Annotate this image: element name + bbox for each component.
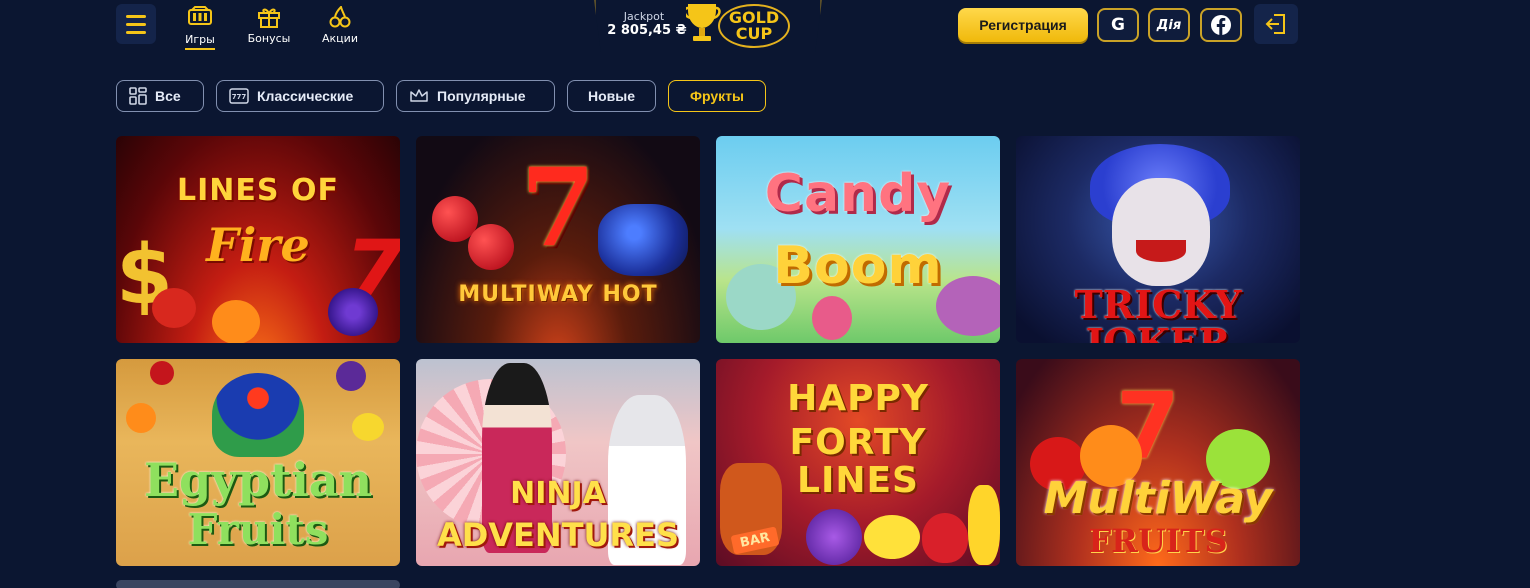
cherry-icon (150, 361, 174, 385)
game-title-line1: Candy (764, 164, 952, 224)
filter-fruits[interactable]: Фрукты (668, 80, 766, 112)
filter-all[interactable]: Все (116, 80, 204, 112)
diya-login-button[interactable]: Дія (1148, 8, 1190, 42)
candy-icon (812, 296, 852, 340)
game-card-happy-forty-lines[interactable]: BAR HAPPY FORTY LINES (716, 359, 1000, 566)
joker-mouth-icon (1136, 240, 1186, 262)
gift-icon (258, 8, 280, 28)
game-title-line1: MultiWay (1043, 473, 1273, 524)
orange-icon (126, 403, 156, 433)
game-title-line2: Boom (773, 236, 943, 296)
svg-text:777: 777 (232, 93, 247, 101)
scarab-icon (212, 373, 304, 457)
game-title-line1: HAPPY FORTY (787, 378, 929, 463)
nav-games[interactable]: Игры (170, 6, 230, 50)
game-card-egyptian-fruits[interactable]: Egyptian Fruits (116, 359, 400, 566)
strawberry-icon (152, 288, 196, 328)
jackpot-label: Jackpot (623, 10, 665, 23)
menu-icon-bar (126, 22, 146, 26)
grid-icon (129, 87, 147, 105)
login-icon (1265, 14, 1285, 34)
game-card-multiway-hot[interactable]: 7 MULTIWAY HOT (416, 136, 700, 343)
lemon-icon (864, 515, 920, 559)
game-title-line2: ADVENTURES (436, 516, 680, 554)
slot-777-icon: 777 (229, 88, 249, 104)
nav-games-label: Игры (185, 33, 215, 50)
login-button[interactable] (1254, 4, 1298, 44)
logo-line-cup: CUP (735, 24, 773, 43)
game-title-line2: Fruits (187, 505, 329, 554)
lemon-icon (352, 413, 384, 441)
filter-classic-label: Классические (257, 88, 354, 104)
game-title-line2: JOKER (1085, 320, 1231, 344)
jackpot-value: 2 805,45 ₴ (607, 23, 687, 38)
grapes-icon (336, 361, 366, 391)
filter-fruits-label: Фрукты (690, 88, 744, 104)
filter-new-label: Новые (587, 88, 635, 104)
orange-icon (212, 300, 260, 343)
filter-all-label: Все (155, 88, 181, 104)
cherry-icon (329, 6, 351, 28)
grapes-icon (328, 288, 378, 336)
facebook-login-button[interactable] (1200, 8, 1242, 42)
games-icon (188, 6, 212, 25)
filter-classic[interactable]: 777 Классические (216, 80, 384, 112)
joker-face-icon (1112, 178, 1210, 286)
nav-promotions-label: Акции (322, 32, 358, 45)
game-card-partial[interactable] (116, 580, 400, 588)
menu-icon-bar (126, 30, 146, 34)
game-title-line2: LINES (797, 460, 919, 501)
strawberry-icon (922, 513, 968, 563)
game-title-line1: Egyptian (143, 453, 373, 507)
nav-promotions[interactable]: Акции (310, 6, 370, 45)
game-title-line2: FRUITS (1088, 522, 1228, 560)
google-icon: G (1111, 15, 1125, 35)
top-header: Игры Бонусы Акции Jackpot 2 805,45 ₴ GOL… (0, 0, 1530, 56)
game-title-line2: MULTIWAY HOT (458, 282, 658, 307)
grapes-icon (806, 509, 862, 565)
menu-burger-button[interactable] (116, 4, 156, 44)
game-card-candy-boom[interactable]: Candy Boom (716, 136, 1000, 343)
filter-new[interactable]: Новые (567, 80, 656, 112)
logo-wordmark: GOLD CUP (718, 4, 790, 48)
game-title-line1: LINES OF (177, 173, 339, 208)
game-title: TRICKY JOKER (1016, 286, 1300, 344)
filter-popular[interactable]: Популярные (396, 80, 555, 112)
crown-icon (410, 89, 428, 102)
nav-bonuses[interactable]: Бонусы (239, 6, 299, 45)
filter-popular-label: Популярные (437, 88, 526, 104)
game-card-tricky-joker[interactable]: TRICKY JOKER (1016, 136, 1300, 343)
game-card-multiway-fruits[interactable]: 7 MultiWay FRUITS (1016, 359, 1300, 566)
game-title-line1: NINJA (510, 476, 606, 511)
nav-bonuses-label: Бонусы (247, 32, 291, 45)
game-card-ninja-adventures[interactable]: NINJA ADVENTURES (416, 359, 700, 566)
menu-icon-bar (126, 14, 146, 18)
register-button[interactable]: Регистрация (958, 8, 1088, 42)
facebook-icon (1211, 15, 1231, 35)
game-title-line2: Fire (206, 218, 310, 272)
game-card-lines-of-fire[interactable]: $ 7 LINES OF Fire (116, 136, 400, 343)
game-title-line1: 7 (520, 145, 596, 271)
google-login-button[interactable]: G (1097, 8, 1139, 42)
diya-icon: Дія (1156, 17, 1182, 33)
